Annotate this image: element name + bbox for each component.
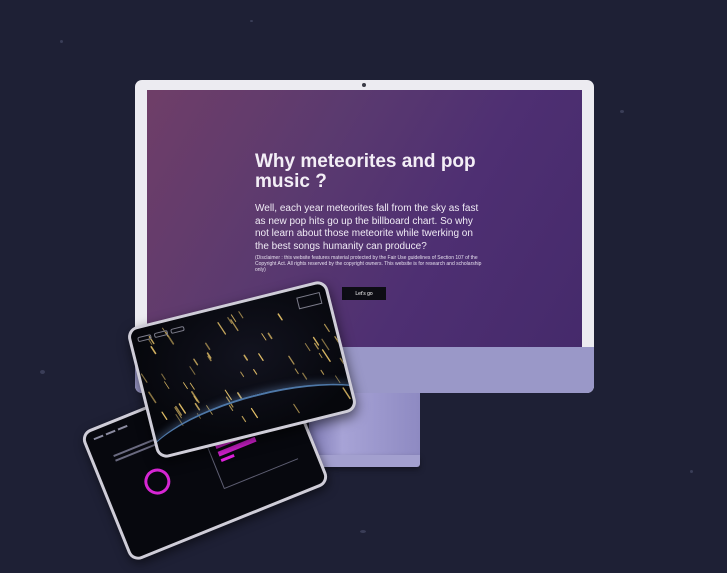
meteor-streak	[150, 346, 157, 355]
meteor-streak	[161, 373, 166, 381]
meteor-streak	[304, 342, 311, 352]
background-speck	[620, 110, 624, 113]
meteor-streak	[267, 332, 273, 340]
meteor-streak	[320, 369, 325, 375]
meteor-streak	[243, 354, 249, 361]
meteor-streak	[302, 372, 308, 380]
page-title: Why meteorites and pop music ?	[255, 151, 476, 192]
meteor-streak	[318, 352, 323, 359]
background-speck	[60, 40, 63, 43]
meteor-streak	[288, 355, 295, 365]
meteor-streak	[191, 391, 200, 404]
disclaimer-text: (Disclaimer : this website features mate…	[255, 255, 482, 273]
meteor-streak	[240, 371, 245, 378]
imac-base	[309, 455, 420, 467]
background-speck	[40, 370, 45, 374]
meteor-streak	[238, 311, 244, 319]
meteor-streak	[204, 342, 211, 350]
meteor-streak	[339, 357, 345, 364]
meteor-streak	[164, 381, 170, 389]
background-speck	[360, 530, 366, 533]
meteor-streak	[321, 338, 330, 351]
meteor-streak	[277, 313, 283, 321]
meteor-streak	[194, 402, 201, 411]
lets-go-button[interactable]: Let's go	[342, 287, 386, 300]
meteor-streak	[335, 375, 341, 384]
camera-icon	[362, 83, 366, 87]
meteor-streak	[217, 322, 227, 335]
progress-ring	[140, 464, 175, 499]
lead-paragraph: Well, each year meteorites fall from the…	[255, 203, 479, 252]
meteor-streak	[140, 373, 148, 383]
meteor-streak	[183, 382, 188, 390]
background-speck	[690, 470, 693, 473]
meteor-streak	[258, 353, 264, 362]
chart-axis	[223, 458, 299, 490]
meteor-streak	[189, 382, 195, 390]
meteor-streak	[148, 391, 157, 404]
meteor-streak	[261, 333, 267, 341]
meteor-streak	[189, 366, 196, 375]
meteor-streak	[230, 319, 239, 332]
meteor-streak	[193, 358, 199, 366]
background-speck	[250, 20, 253, 22]
chart-bar	[220, 454, 235, 463]
meteor-streak	[321, 349, 331, 362]
tablet-nav	[93, 424, 128, 441]
meteor-streak	[253, 368, 258, 375]
meteor-streak	[323, 323, 330, 333]
meteor-streak	[161, 411, 168, 421]
meteor-streak	[294, 368, 299, 375]
chart-axis	[204, 441, 225, 489]
